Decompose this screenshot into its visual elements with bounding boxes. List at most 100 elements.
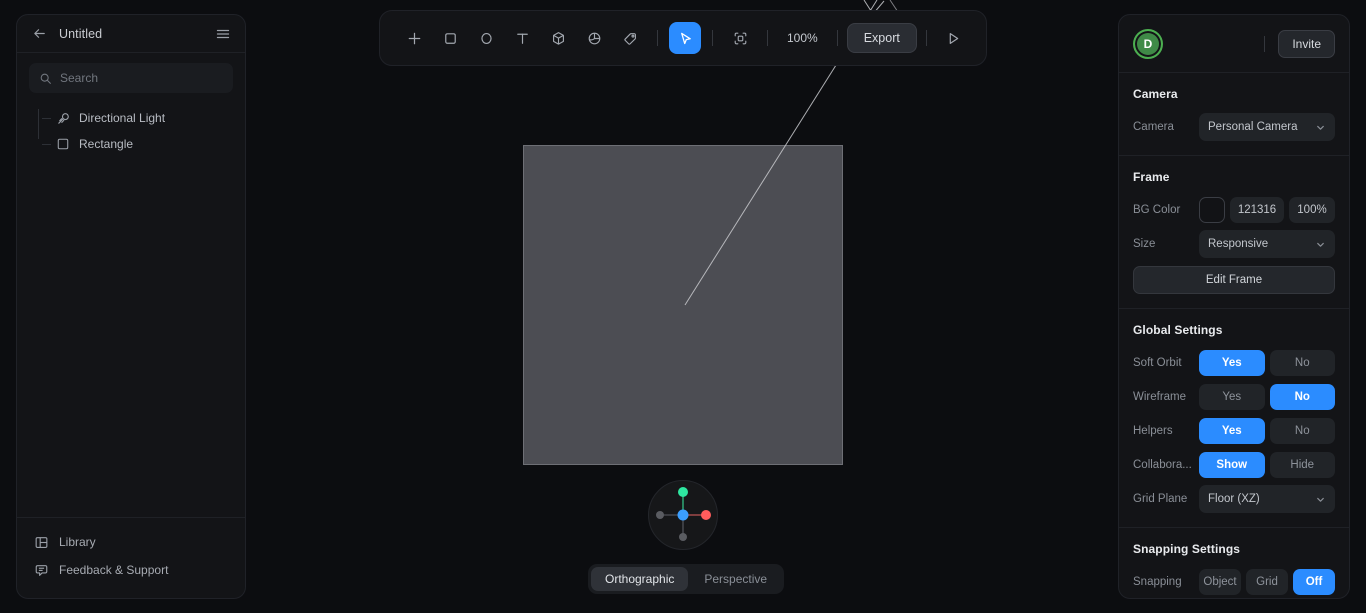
size-select-value: Responsive [1208, 238, 1269, 250]
left-sidebar: Untitled Search Directional Light Rectan… [16, 14, 246, 599]
bg-color-swatch[interactable] [1199, 197, 1225, 223]
sidebar-item-library[interactable]: Library [29, 528, 233, 556]
control-area: Responsive [1199, 230, 1335, 258]
row-label: Collabora... [1133, 459, 1192, 471]
sidebar-item-feedback-support[interactable]: Feedback & Support [29, 556, 233, 584]
row-label: Camera [1133, 121, 1174, 133]
helpers-no[interactable]: No [1269, 418, 1335, 444]
collaborators-show[interactable]: Show [1199, 452, 1265, 478]
layer-item-directional-light[interactable]: Directional Light [33, 105, 233, 131]
tool-text[interactable] [506, 22, 538, 54]
document-title[interactable]: Untitled [59, 27, 102, 41]
row-label: Snapping [1133, 576, 1182, 588]
soft-orbit-row: Soft Orbit Yes No [1133, 349, 1335, 377]
row-label: Helpers [1133, 425, 1173, 437]
axis-gizmo[interactable] [648, 480, 718, 550]
invite-button[interactable]: Invite [1278, 29, 1335, 58]
control-area: 121316 100% [1199, 197, 1335, 223]
snapping-row: Snapping Object Grid Off [1133, 568, 1335, 596]
size-row: Size Responsive [1133, 230, 1335, 258]
snapping-grid[interactable]: Grid [1246, 569, 1288, 595]
tool-sphere[interactable] [578, 22, 610, 54]
soft-orbit-no[interactable]: No [1269, 350, 1335, 376]
gizmo-center-handle[interactable] [677, 509, 689, 521]
helpers-row: Helpers Yes No [1133, 417, 1335, 445]
snapping-off[interactable]: Off [1293, 569, 1335, 595]
arrow-left-icon[interactable] [29, 24, 49, 44]
view-mode-orthographic[interactable]: Orthographic [591, 567, 689, 591]
gizmo-neg-x-handle[interactable] [656, 511, 664, 519]
rectangle-object[interactable] [523, 145, 843, 465]
projection-mode-toggle: Orthographic Perspective [588, 564, 785, 594]
hamburger-menu-icon[interactable] [213, 24, 233, 44]
gizmo-x-axis-handle[interactable] [701, 510, 711, 520]
section-title: Global Settings [1133, 323, 1223, 337]
snapping-object[interactable]: Object [1199, 569, 1241, 595]
tool-rectangle[interactable] [434, 22, 466, 54]
global-settings-section: Global Settings Soft Orbit Yes No Wirefr… [1119, 309, 1349, 528]
gizmo-y-axis-handle[interactable] [678, 487, 688, 497]
tool-cube[interactable] [542, 22, 574, 54]
wireframe-toggle: Yes No [1199, 384, 1335, 410]
feedback-icon [33, 562, 49, 578]
section-title: Snapping Settings [1133, 542, 1241, 556]
gizmo-neg-y-handle[interactable] [679, 533, 687, 541]
avatar[interactable]: D [1133, 28, 1163, 59]
row-label: Size [1133, 238, 1156, 250]
chevron-down-icon [1315, 122, 1326, 133]
export-button[interactable]: Export [846, 23, 917, 53]
search-input[interactable]: Search [29, 63, 233, 93]
app-root: Untitled Search Directional Light Rectan… [0, 0, 1366, 613]
bg-color-row: BG Color 121316 100% [1133, 196, 1335, 224]
edit-frame-button[interactable]: Edit Frame [1133, 266, 1335, 294]
layer-tree: Directional Light Rectangle [29, 105, 233, 157]
toolbar-divider [712, 30, 713, 46]
control-area: Personal Camera [1199, 113, 1335, 141]
layer-label: Rectangle [79, 137, 134, 151]
zoom-level[interactable]: 100% [777, 31, 828, 45]
collaborators-hide[interactable]: Hide [1269, 452, 1335, 478]
chevron-down-icon [1315, 239, 1326, 250]
library-icon [33, 534, 49, 550]
tool-material[interactable] [614, 22, 646, 54]
soft-orbit-yes[interactable]: Yes [1199, 350, 1265, 376]
helpers-yes[interactable]: Yes [1199, 418, 1265, 444]
tool-add[interactable] [398, 22, 430, 54]
layer-label: Directional Light [79, 111, 166, 125]
search-icon [39, 72, 52, 85]
control-area: Floor (XZ) [1199, 485, 1335, 513]
layer-item-rectangle[interactable]: Rectangle [33, 131, 233, 157]
right-sidebar: D Invite Camera Camera Personal Camera F… [1118, 14, 1350, 599]
left-sidebar-footer: Library Feedback & Support [17, 517, 245, 598]
toolbar-divider [925, 30, 927, 46]
header-divider [1264, 35, 1266, 52]
directional-light-icon [55, 110, 71, 126]
tool-select[interactable] [669, 22, 701, 54]
wireframe-yes[interactable]: Yes [1199, 384, 1265, 410]
bg-color-opacity-input[interactable]: 100% [1289, 197, 1335, 223]
grid-plane-row: Grid Plane Floor (XZ) [1133, 485, 1335, 513]
axis-gizmo-graphic [656, 487, 711, 541]
collaborators-row: Collabora... Show Hide [1133, 451, 1335, 479]
bg-color-hex-input[interactable]: 121316 [1230, 197, 1284, 223]
toolbar-divider [836, 30, 838, 46]
collaborators-toggle: Show Hide [1199, 452, 1335, 478]
grid-plane-select[interactable]: Floor (XZ) [1199, 485, 1335, 513]
row-label: Wireframe [1133, 391, 1187, 403]
size-select[interactable]: Responsive [1199, 230, 1335, 258]
wireframe-no[interactable]: No [1269, 384, 1335, 410]
camera-select-value: Personal Camera [1208, 121, 1298, 133]
view-mode-perspective[interactable]: Perspective [690, 567, 781, 591]
wireframe-row: Wireframe Yes No [1133, 383, 1335, 411]
snapping-toggle: Object Grid Off [1199, 569, 1335, 595]
tool-ellipse[interactable] [470, 22, 502, 54]
sidebar-item-label: Library [59, 535, 96, 549]
play-icon[interactable] [938, 22, 970, 54]
right-sidebar-header: D Invite [1119, 15, 1349, 73]
tool-frame[interactable] [724, 22, 756, 54]
sidebar-item-label: Feedback & Support [59, 563, 169, 577]
camera-select[interactable]: Personal Camera [1199, 113, 1335, 141]
rectangle-icon [55, 136, 71, 152]
soft-orbit-toggle: Yes No [1199, 350, 1335, 376]
frame-section: Frame BG Color 121316 100% Size Responsi… [1119, 156, 1349, 309]
